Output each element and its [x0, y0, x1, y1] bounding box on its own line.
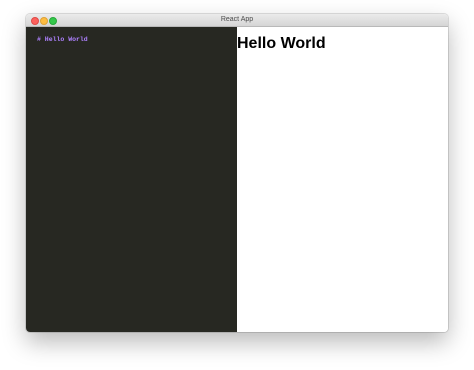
markdown-preview: Hello World: [237, 27, 448, 332]
editor-line[interactable]: # Hello World: [37, 36, 88, 43]
app-window: React App # Hello World Hello World: [26, 14, 448, 332]
markdown-editor[interactable]: # Hello World: [26, 27, 237, 332]
preview-heading: Hello World: [237, 35, 326, 52]
app-content: # Hello World Hello World: [26, 27, 448, 332]
window-title: React App: [220, 16, 254, 23]
title-bar[interactable]: React App: [26, 14, 448, 27]
